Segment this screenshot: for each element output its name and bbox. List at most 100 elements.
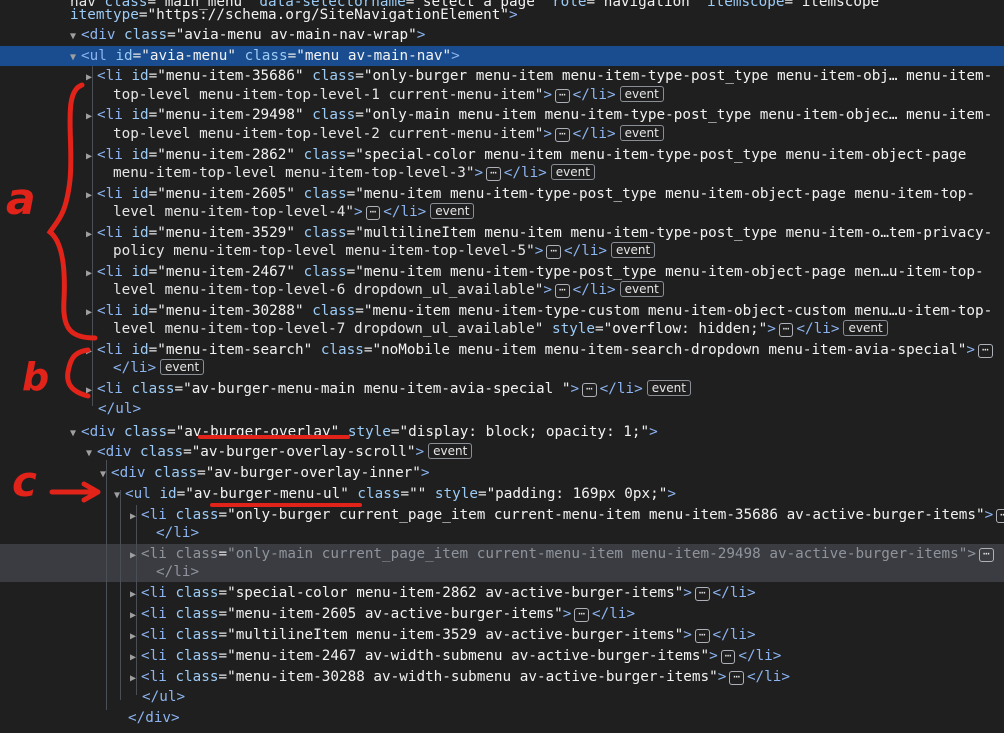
indent-guide bbox=[92, 66, 93, 406]
dom-node-row[interactable]: ▶ <li class="menu-item-2605 av-active-bur… bbox=[0, 604, 1004, 624]
collapsed-children-ellipsis[interactable]: ⋯ bbox=[778, 323, 794, 337]
dom-node-row[interactable]: ▶ <li class="menu-item-2467 av-width-subm… bbox=[0, 646, 1004, 666]
collapsed-children-ellipsis[interactable]: ⋯ bbox=[694, 629, 710, 643]
collapse-triangle-icon[interactable]: ▼ bbox=[70, 424, 81, 442]
collapsed-children-ellipsis[interactable]: ⋯ bbox=[729, 671, 744, 685]
collapsed-children-ellipsis[interactable]: ⋯ bbox=[554, 89, 570, 103]
dom-node-line: ▶ <li id="menu-item-search" class="noMobi… bbox=[86, 340, 996, 360]
dom-node-row[interactable]: ▶ <li id="menu-item-29498" class="only-ma… bbox=[0, 105, 1004, 125]
dom-node-line: ▼ <ul id="avia-menu" class="menu av-main-… bbox=[70, 46, 460, 66]
node-markup: top-level menu-item-top-level-2 current-… bbox=[113, 126, 552, 142]
dom-node-row[interactable]: ▶ <li class="special-color menu-item-2862… bbox=[0, 583, 1004, 603]
dom-node-line: ▼ <div class="av-burger-overlay" style="d… bbox=[70, 422, 658, 442]
dom-node-row[interactable]: ▼ <ul id="av-burger-menu-ul" class="" sty… bbox=[0, 484, 1004, 504]
dom-node-row[interactable]: ▶ <li class="multilineItem menu-item-3529… bbox=[0, 625, 1004, 645]
dom-node-row[interactable]: level menu-item-top-level-6 dropdown_ul_… bbox=[0, 280, 1004, 300]
dom-node-line: ▼ <div class="av-burger-overlay-inner"> bbox=[100, 463, 430, 483]
event-badge[interactable]: event bbox=[619, 86, 664, 102]
dom-node-row[interactable]: ▼ <div class="avia-menu av-main-nav-wrap"… bbox=[0, 25, 1004, 45]
dom-node-row[interactable]: </li> bbox=[0, 523, 1004, 543]
collapsed-children-ellipsis[interactable]: ⋯ bbox=[554, 284, 570, 298]
dom-node-line: ▶ <li id="menu-item-2862" class="special-… bbox=[86, 145, 966, 165]
dom-node-row[interactable]: ▼ <div class="av-burger-overlay-inner"> bbox=[0, 463, 1004, 483]
node-markup: top-level menu-item-top-level-1 current-… bbox=[113, 87, 552, 103]
event-badge[interactable]: event bbox=[611, 242, 656, 258]
dom-node-row[interactable]: top-level menu-item-top-level-2 current-… bbox=[0, 124, 1004, 144]
dom-node-row[interactable]: ▶ <li id="menu-item-2605" class="menu-ite… bbox=[0, 184, 1004, 204]
closing-tag: </li> bbox=[564, 243, 608, 259]
dom-node-row[interactable]: ▶ <li class="only-main current_page_item … bbox=[0, 544, 1004, 564]
collapse-triangle-icon[interactable]: ▼ bbox=[86, 444, 97, 462]
collapse-triangle-icon[interactable]: ▼ bbox=[70, 27, 81, 45]
dom-node-row[interactable]: ▶ <li id="menu-item-3529" class="multilin… bbox=[0, 223, 1004, 243]
dom-node-line: top-level menu-item-top-level-1 current-… bbox=[113, 85, 664, 105]
event-badge[interactable]: event bbox=[430, 203, 475, 219]
dom-node-row[interactable]: itemtype="https://schema.org/SiteNavigat… bbox=[0, 5, 1004, 25]
dom-node-row[interactable]: ▶ <li id="menu-item-30288" class="menu-it… bbox=[0, 301, 1004, 321]
node-markup: <li class="av-burger-menu-main menu-item… bbox=[97, 381, 580, 397]
dom-node-row[interactable]: ▼ <div class="av-burger-overlay" style="d… bbox=[0, 422, 1004, 442]
node-markup: <li id="menu-item-2605" class="menu-item… bbox=[97, 186, 976, 202]
node-markup: <li id="menu-item-29498" class="only-mai… bbox=[97, 107, 993, 123]
dom-node-row[interactable]: policy menu-item-top-level menu-item-top… bbox=[0, 241, 1004, 261]
node-markup: <div class="av-burger-overlay-inner"> bbox=[111, 465, 430, 481]
event-badge[interactable]: event bbox=[646, 380, 691, 396]
dom-node-row[interactable]: ▼ <ul id="avia-menu" class="menu av-main-… bbox=[0, 46, 1004, 66]
dom-node-line: ▶ <li id="menu-item-30288" class="menu-it… bbox=[86, 301, 992, 321]
event-badge[interactable]: event bbox=[428, 443, 473, 459]
dom-node-row[interactable]: ▶ <li class="menu-item-30288 av-width-sub… bbox=[0, 667, 1004, 687]
dom-node-row[interactable]: </ul> bbox=[0, 399, 1004, 419]
dom-node-row[interactable]: menu-item-top-level menu-item-top-level-… bbox=[0, 163, 1004, 183]
event-badge[interactable]: event bbox=[619, 125, 664, 141]
dom-node-row[interactable]: ▶ <li id="menu-item-2862" class="special-… bbox=[0, 145, 1004, 165]
dom-node-line: ▶ <li id="menu-item-2467" class="menu-ite… bbox=[86, 262, 984, 282]
node-markup: <li class="menu-item-2605 av-active-burg… bbox=[141, 606, 572, 622]
dom-node-row[interactable]: ▶ <li id="menu-item-35686" class="only-bu… bbox=[0, 66, 1004, 86]
indent-guide bbox=[120, 490, 121, 700]
dom-node-row[interactable]: level menu-item-top-level-7 dropdown_ul_… bbox=[0, 319, 1004, 339]
node-markup: menu-item-top-level menu-item-top-level-… bbox=[113, 165, 484, 181]
dom-node-row[interactable]: </li> bbox=[0, 562, 1004, 582]
node-markup: <li id="menu-item-30288" class="menu-ite… bbox=[97, 303, 993, 319]
collapsed-children-ellipsis[interactable]: ⋯ bbox=[365, 206, 381, 220]
collapsed-children-ellipsis[interactable]: ⋯ bbox=[978, 344, 993, 358]
dom-node-row[interactable]: ▶ <li id="menu-item-2467" class="menu-ite… bbox=[0, 262, 1004, 282]
dom-node-line: ▶ <li id="menu-item-3529" class="multilin… bbox=[86, 223, 992, 243]
dom-node-line: ▼ <div class="avia-menu av-main-nav-wrap"… bbox=[70, 25, 425, 45]
dom-node-line: ▶ <li class="menu-item-2467 av-width-subm… bbox=[130, 646, 781, 666]
dom-node-line: ▶ <li class="only-burger current_page_ite… bbox=[130, 505, 1004, 525]
dom-node-row[interactable]: </li> event bbox=[0, 358, 1004, 378]
dom-node-row[interactable]: </ul> bbox=[0, 687, 1004, 707]
collapsed-children-ellipsis[interactable]: ⋯ bbox=[546, 245, 561, 259]
node-markup: <li id="menu-item-35686" class="only-bur… bbox=[97, 68, 993, 84]
event-badge[interactable]: event bbox=[160, 359, 205, 375]
dom-node-row[interactable]: ▶ <li id="menu-item-search" class="noMobi… bbox=[0, 340, 1004, 360]
collapsed-children-ellipsis[interactable]: ⋯ bbox=[720, 650, 736, 664]
dom-node-row[interactable]: </div> bbox=[0, 708, 1004, 728]
dom-node-row[interactable]: ▼ <div class="av-burger-overlay-scroll"> e… bbox=[0, 442, 1004, 462]
event-badge[interactable]: event bbox=[619, 281, 664, 297]
node-markup: <ul id="av-burger-menu-ul" class="" styl… bbox=[125, 486, 676, 502]
collapsed-children-ellipsis[interactable]: ⋯ bbox=[554, 128, 570, 142]
collapsed-children-ellipsis[interactable]: ⋯ bbox=[694, 587, 710, 601]
dom-node-row[interactable]: top-level menu-item-top-level-1 current-… bbox=[0, 85, 1004, 105]
dom-node-line: itemtype="https://schema.org/SiteNavigat… bbox=[70, 5, 518, 25]
collapsed-children-ellipsis[interactable]: ⋯ bbox=[978, 548, 994, 562]
event-badge[interactable]: event bbox=[550, 164, 595, 180]
closing-tag: </li> bbox=[572, 87, 616, 103]
collapsed-children-ellipsis[interactable]: ⋯ bbox=[582, 383, 597, 397]
collapsed-children-ellipsis[interactable]: ⋯ bbox=[996, 509, 1004, 523]
event-badge[interactable]: event bbox=[843, 320, 888, 336]
collapsed-children-ellipsis[interactable]: ⋯ bbox=[486, 167, 501, 181]
node-markup: <li class="special-color menu-item-2862 … bbox=[141, 585, 692, 601]
collapse-triangle-icon[interactable]: ▼ bbox=[70, 48, 81, 66]
dom-node-row[interactable]: ▶ <li class="only-burger current_page_ite… bbox=[0, 505, 1004, 525]
dom-node-row[interactable]: ▶ <li class="av-burger-menu-main menu-ite… bbox=[0, 379, 1004, 399]
indent-guide bbox=[106, 460, 107, 710]
collapsed-children-ellipsis[interactable]: ⋯ bbox=[574, 608, 590, 622]
dom-node-line: ▶ <li class="multilineItem menu-item-3529… bbox=[130, 625, 756, 645]
closing-tag: </li> bbox=[503, 165, 547, 181]
dom-node-row[interactable]: level menu-item-top-level-4"> ⋯ </li> event bbox=[0, 202, 1004, 222]
node-markup: <li class="multilineItem menu-item-3529 … bbox=[141, 627, 692, 643]
dom-node-line: ▼ <ul id="av-burger-menu-ul" class="" sty… bbox=[114, 484, 676, 504]
